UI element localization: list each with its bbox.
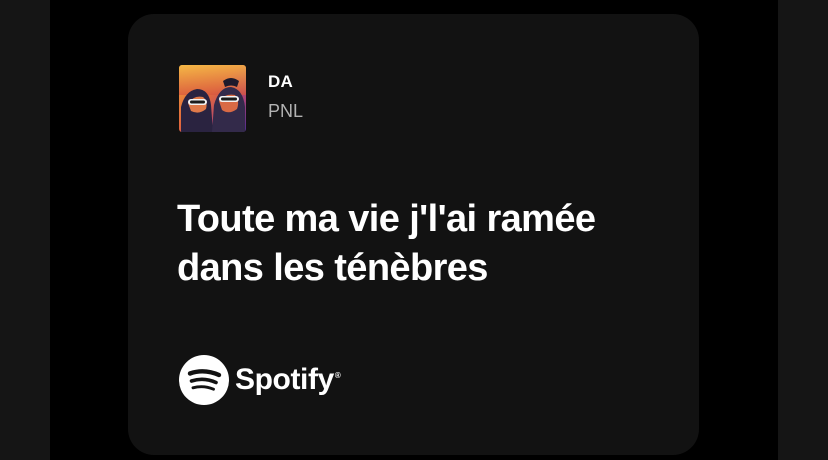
lyrics-text: Toute ma vie j'l'ai ramée dans les ténèb… bbox=[177, 195, 677, 293]
share-screen: DA PNL Toute ma vie j'l'ai ramée dans le… bbox=[0, 0, 828, 460]
song-title: DA bbox=[268, 72, 293, 91]
spotify-wordmark: Spotify® bbox=[235, 363, 341, 397]
lyrics-card: DA PNL Toute ma vie j'l'ai ramée dans le… bbox=[128, 14, 699, 455]
registered-mark: ® bbox=[334, 371, 341, 380]
album-cover-art bbox=[179, 65, 246, 132]
spotify-branding: Spotify® bbox=[179, 355, 341, 405]
album-cover bbox=[179, 65, 246, 132]
spotify-logo-icon bbox=[179, 355, 229, 405]
previous-card-edge[interactable] bbox=[0, 0, 50, 460]
lyrics-line: Toute ma vie j'l'ai ramée bbox=[177, 198, 596, 240]
next-card-edge[interactable] bbox=[778, 0, 828, 460]
lyrics-line: dans les ténèbres bbox=[177, 247, 488, 289]
artist-name: PNL bbox=[268, 101, 304, 121]
spotify-wordmark-text: Spotify bbox=[235, 363, 334, 396]
